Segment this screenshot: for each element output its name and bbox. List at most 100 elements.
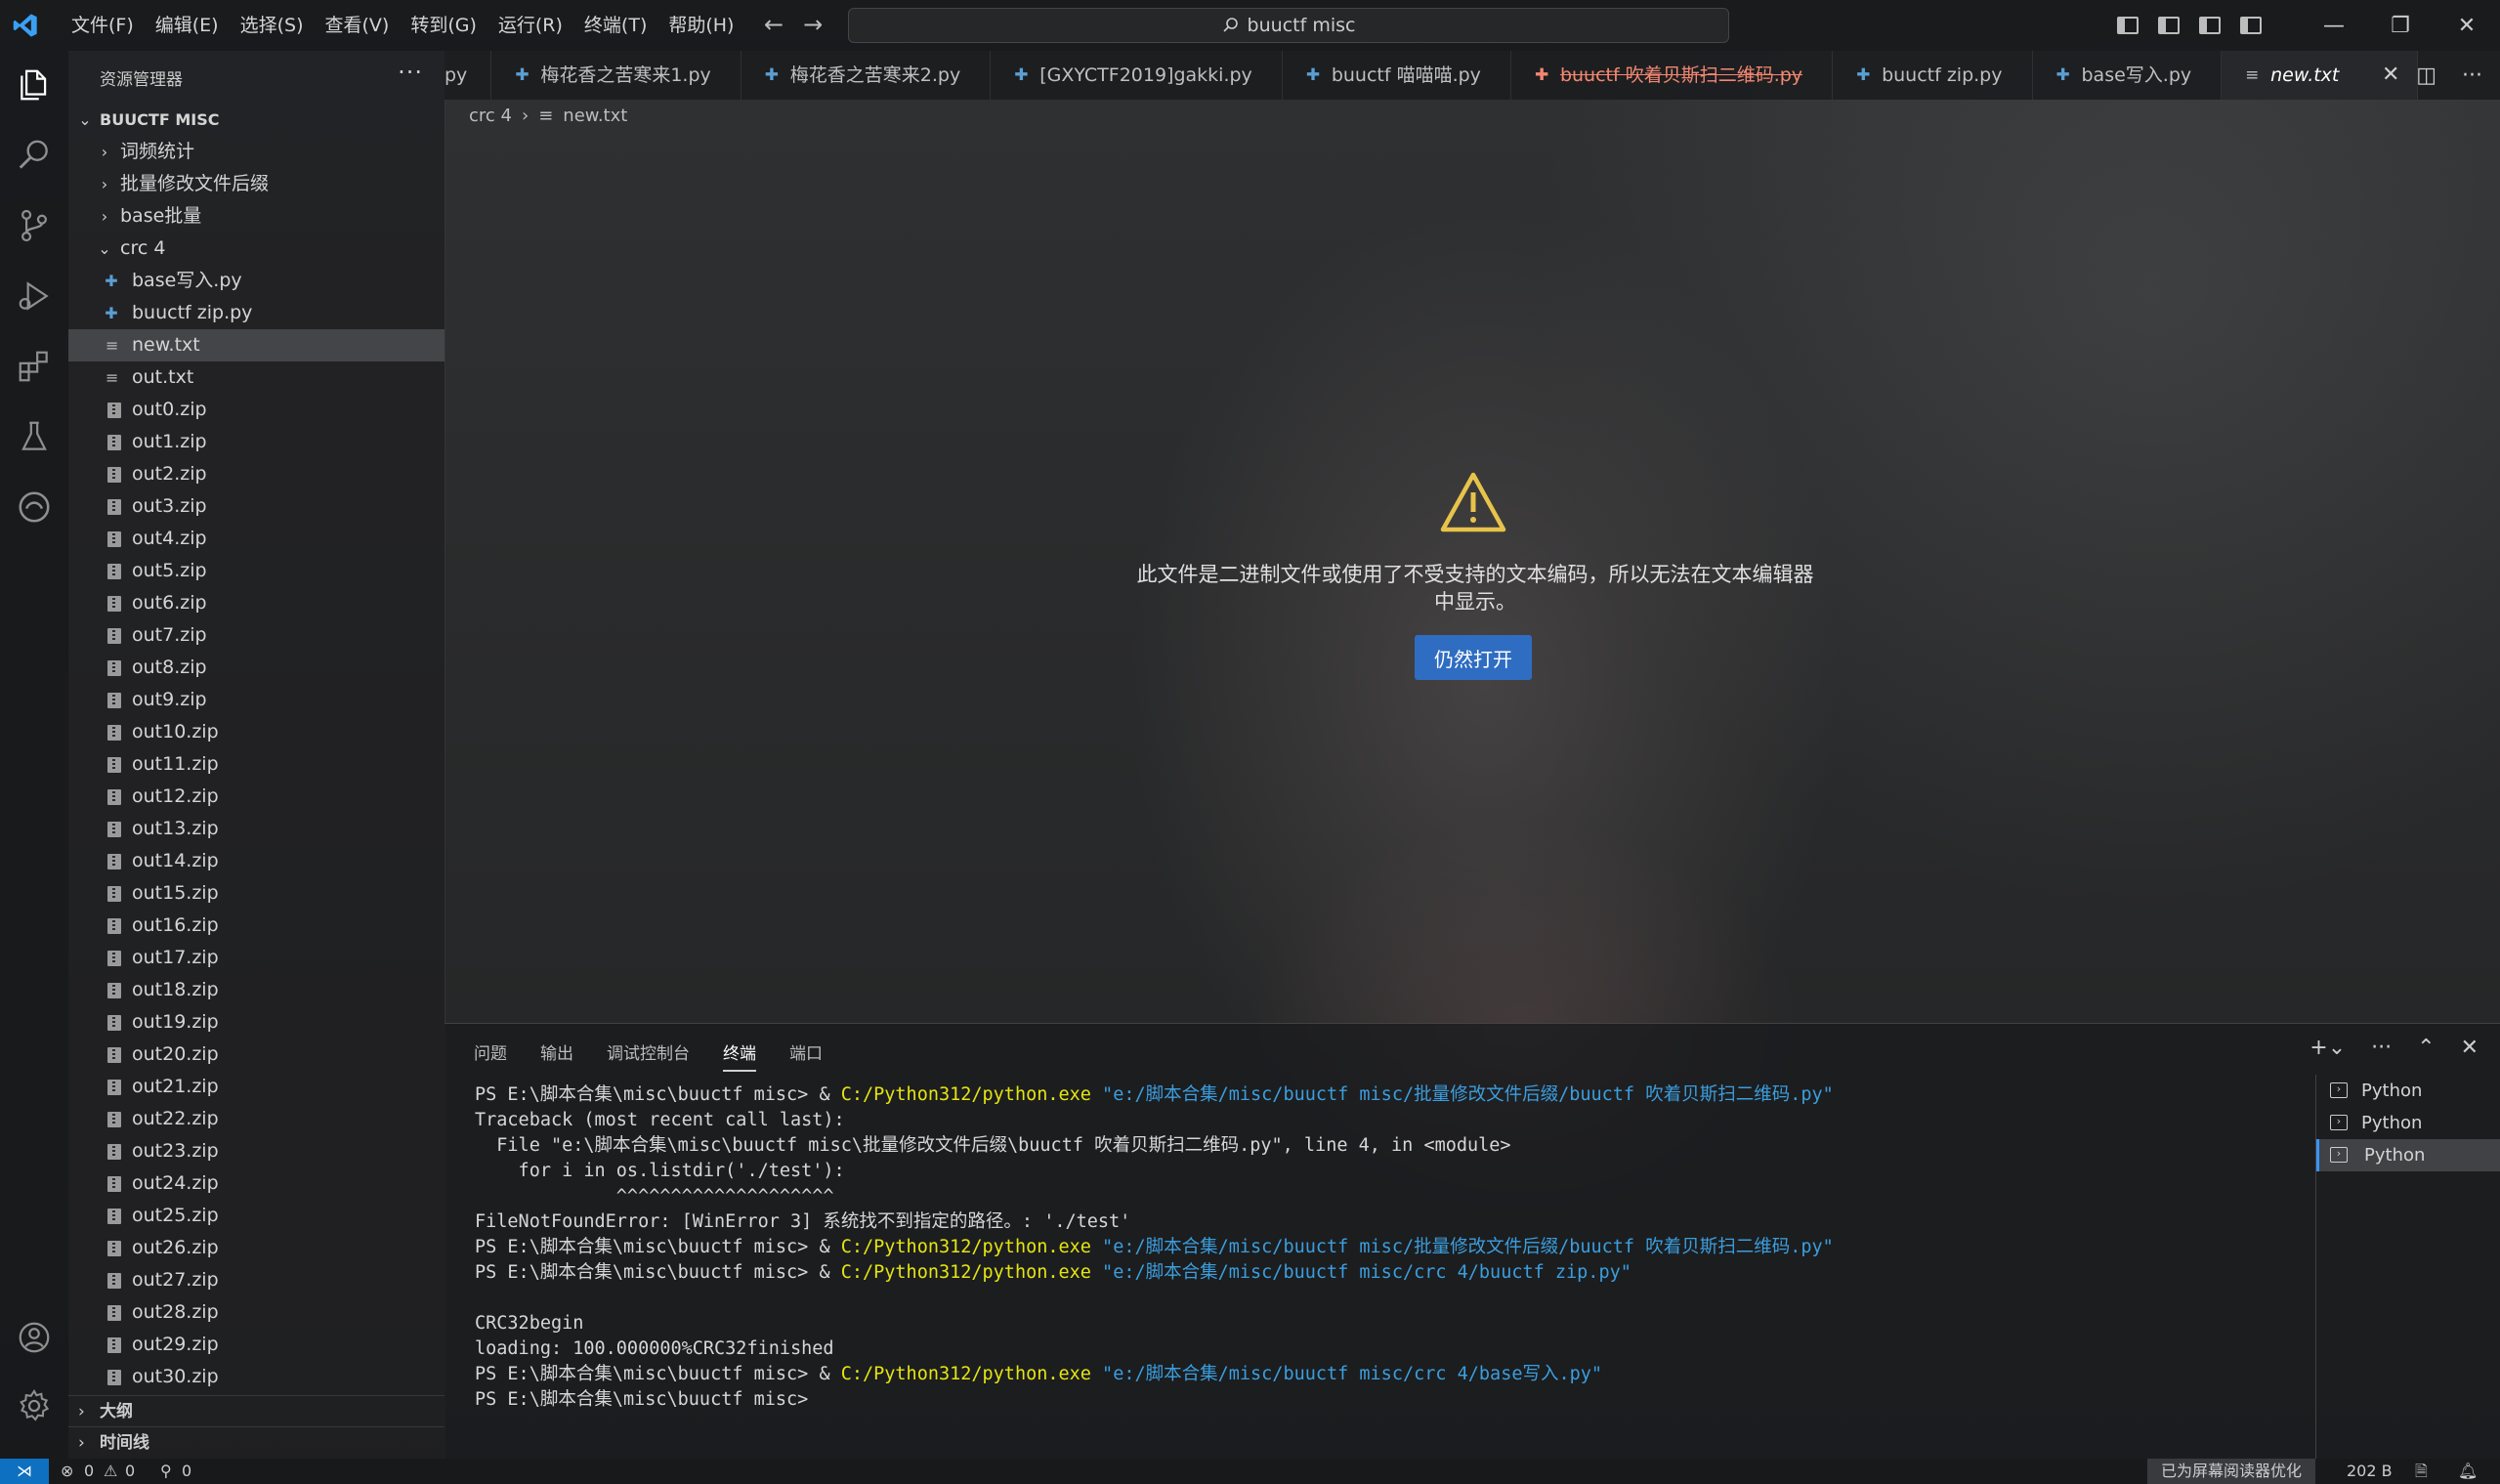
- tab-meihua-1[interactable]: ✚ 梅花香之苦寒来1.py: [491, 51, 742, 100]
- tab-terminal[interactable]: 终端: [723, 1039, 756, 1072]
- tab-base-write[interactable]: ✚ base写入.py: [2033, 51, 2223, 100]
- menu-help[interactable]: 帮助(H): [657, 0, 744, 51]
- toggle-primary-sidebar-icon[interactable]: [2117, 17, 2139, 34]
- extensions-icon[interactable]: [0, 332, 68, 401]
- search-activity-icon[interactable]: [0, 121, 68, 190]
- tree-file[interactable]: out25.zip: [68, 1200, 445, 1232]
- tree-folder[interactable]: › 词频统计: [68, 136, 445, 168]
- tree-file[interactable]: out15.zip: [68, 877, 445, 910]
- command-center-search[interactable]: buuctf misc: [848, 8, 1729, 43]
- tree-file[interactable]: out9.zip: [68, 684, 445, 716]
- more-actions-icon[interactable]: ···: [2462, 64, 2482, 88]
- remote-explorer-icon[interactable]: [0, 473, 68, 541]
- tree-file[interactable]: ✚ buuctf zip.py: [68, 297, 445, 329]
- tree-file[interactable]: out29.zip: [68, 1329, 445, 1361]
- notifications-bell-icon[interactable]: 🔔︎: [2458, 1459, 2478, 1484]
- tree-file[interactable]: out23.zip: [68, 1135, 445, 1167]
- tree-file[interactable]: out27.zip: [68, 1264, 445, 1296]
- open-anyway-button[interactable]: 仍然打开: [1415, 635, 1532, 680]
- tree-root[interactable]: ⌄ BUUCTF MISC: [68, 104, 445, 136]
- tree-file[interactable]: out7.zip: [68, 619, 445, 652]
- screen-reader-status[interactable]: 已为屏幕阅读器优化: [2147, 1459, 2316, 1484]
- tree-file[interactable]: out18.zip: [68, 974, 445, 1006]
- close-window-icon[interactable]: ✕: [2434, 14, 2500, 38]
- toggle-panel-icon[interactable]: [2158, 17, 2180, 34]
- tab-miaomiaomiao[interactable]: ✚ buuctf 喵喵喵.py: [1283, 51, 1511, 100]
- tab-gakki[interactable]: ✚ [GXYCTF2019]gakki.py: [991, 51, 1283, 100]
- tree-file[interactable]: out22.zip: [68, 1103, 445, 1135]
- tree-file[interactable]: out4.zip: [68, 523, 445, 555]
- ports-icon[interactable]: ⚲: [160, 1459, 172, 1484]
- source-control-icon[interactable]: [0, 191, 68, 260]
- tab-debug-console[interactable]: 调试控制台: [607, 1039, 690, 1072]
- tree-file[interactable]: ≡ out.txt: [68, 361, 445, 394]
- restore-icon[interactable]: ❐: [2367, 14, 2434, 38]
- menu-go[interactable]: 转到(G): [400, 0, 487, 51]
- tab-deleted-file[interactable]: ✚ buuctf 吹着贝斯扫二维码.py: [1511, 51, 1834, 100]
- toggle-secondary-sidebar-icon[interactable]: [2199, 17, 2221, 34]
- tree-file[interactable]: out28.zip: [68, 1296, 445, 1329]
- breadcrumb-folder[interactable]: crc 4: [469, 106, 512, 126]
- tree-file-selected[interactable]: ≡ new.txt: [68, 329, 445, 361]
- close-panel-icon[interactable]: ✕: [2461, 1036, 2479, 1060]
- tab-buuctf-zip[interactable]: ✚ buuctf zip.py: [1833, 51, 2033, 100]
- tab-partial[interactable]: py: [445, 51, 492, 100]
- tree-file[interactable]: out17.zip: [68, 942, 445, 974]
- tree-file[interactable]: out10.zip: [68, 716, 445, 748]
- split-editor-icon[interactable]: ◫: [2416, 64, 2436, 88]
- error-icon[interactable]: ⊗: [61, 1459, 73, 1484]
- new-terminal-icon[interactable]: +⌄: [2309, 1036, 2346, 1060]
- maximize-panel-icon[interactable]: ⌃: [2417, 1036, 2435, 1060]
- tree-file[interactable]: out24.zip: [68, 1167, 445, 1200]
- tree-file[interactable]: out20.zip: [68, 1039, 445, 1071]
- customize-layout-icon[interactable]: [2240, 17, 2262, 34]
- minimize-icon[interactable]: —: [2301, 14, 2367, 38]
- terminal-output[interactable]: PS E:\脚本合集\misc\buuctf misc> & C:/Python…: [475, 1082, 2292, 1413]
- menu-selection[interactable]: 选择(S): [230, 0, 315, 51]
- tree-file[interactable]: out14.zip: [68, 845, 445, 877]
- terminal-instance[interactable]: › Python: [2316, 1075, 2500, 1107]
- tab-ports[interactable]: 端口: [789, 1039, 823, 1072]
- menu-view[interactable]: 查看(V): [315, 0, 401, 51]
- accounts-icon[interactable]: [0, 1303, 68, 1372]
- tab-output[interactable]: 输出: [540, 1039, 573, 1072]
- tree-file[interactable]: out11.zip: [68, 748, 445, 781]
- tree-file[interactable]: out30.zip: [68, 1361, 445, 1393]
- tab-problems[interactable]: 问题: [474, 1039, 507, 1072]
- terminal-instance-active[interactable]: › Python: [2316, 1139, 2500, 1171]
- tree-file[interactable]: out5.zip: [68, 555, 445, 587]
- outline-section[interactable]: › 大纲: [68, 1395, 445, 1427]
- error-count[interactable]: 0: [84, 1459, 94, 1484]
- tree-file[interactable]: out6.zip: [68, 587, 445, 619]
- tree-folder-open[interactable]: ⌄ crc 4: [68, 233, 445, 265]
- timeline-section[interactable]: › 时间线: [68, 1426, 445, 1459]
- tree-folder[interactable]: › base批量: [68, 200, 445, 233]
- tree-file[interactable]: out19.zip: [68, 1006, 445, 1039]
- remote-indicator-icon[interactable]: ⋊: [0, 1459, 49, 1484]
- menu-file[interactable]: 文件(F): [61, 0, 145, 51]
- ports-count[interactable]: 0: [182, 1459, 191, 1484]
- breadcrumb-file[interactable]: new.txt: [563, 106, 627, 126]
- more-actions-icon[interactable]: ···: [398, 59, 423, 86]
- tree-file[interactable]: ✚ base写入.py: [68, 265, 445, 297]
- tab-meihua-2[interactable]: ✚ 梅花香之苦寒来2.py: [742, 51, 992, 100]
- file-size[interactable]: 202 B: [2347, 1459, 2393, 1484]
- warning-count[interactable]: 0: [125, 1459, 135, 1484]
- run-debug-icon[interactable]: [0, 262, 68, 330]
- tree-file[interactable]: out0.zip: [68, 394, 445, 426]
- tree-file[interactable]: out3.zip: [68, 490, 445, 523]
- back-arrow-icon[interactable]: ←: [764, 0, 784, 51]
- tree-file[interactable]: out21.zip: [68, 1071, 445, 1103]
- forward-arrow-icon[interactable]: →: [803, 0, 823, 51]
- warning-small-icon[interactable]: ⚠: [104, 1459, 117, 1484]
- tree-file[interactable]: out1.zip: [68, 426, 445, 458]
- tab-new-txt[interactable]: ≡ new.txt ✕: [2222, 51, 2419, 100]
- tree-folder[interactable]: › 批量修改文件后缀: [68, 168, 445, 200]
- explorer-icon[interactable]: [0, 51, 68, 119]
- tree-file[interactable]: out8.zip: [68, 652, 445, 684]
- tree-file[interactable]: out2.zip: [68, 458, 445, 490]
- tree-file[interactable]: out16.zip: [68, 910, 445, 942]
- menu-terminal[interactable]: 终端(T): [573, 0, 657, 51]
- menu-run[interactable]: 运行(R): [487, 0, 573, 51]
- close-icon[interactable]: ✕: [2382, 51, 2399, 100]
